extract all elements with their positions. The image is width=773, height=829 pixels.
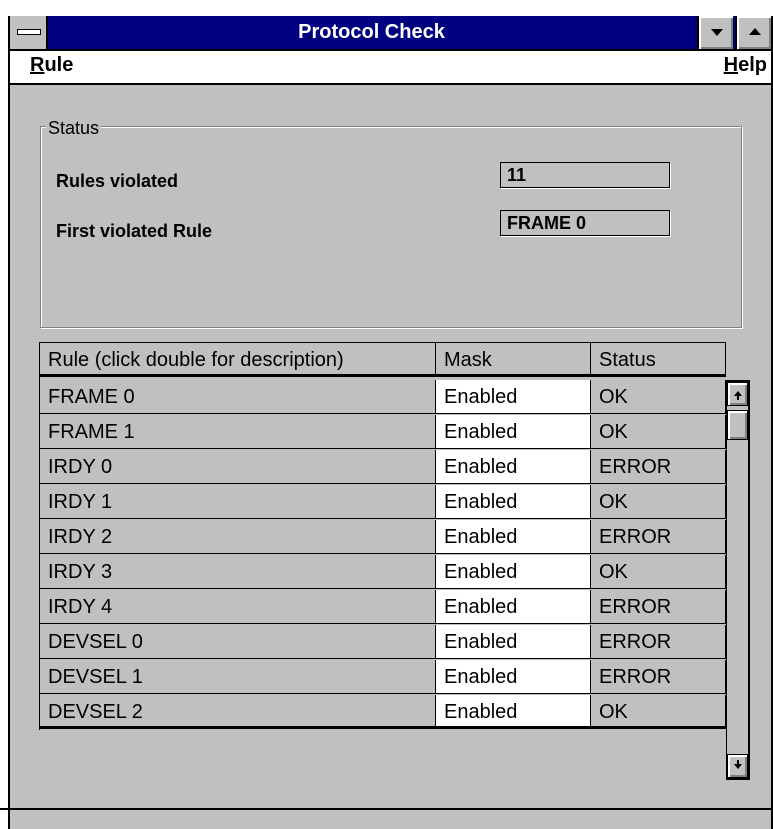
- rule-cell[interactable]: DEVSEL 2: [40, 695, 436, 729]
- status-cell: OK: [591, 380, 726, 414]
- table-row[interactable]: IRDY 0 Enabled ERROR: [40, 450, 726, 485]
- rule-cell[interactable]: IRDY 1: [40, 485, 436, 519]
- scroll-up-button[interactable]: [727, 382, 748, 406]
- status-cell: OK: [591, 555, 726, 589]
- menu-rule-accelerator: R: [30, 54, 45, 76]
- scroll-down-arrow-icon: [734, 764, 742, 769]
- window-title: Protocol Check: [298, 21, 445, 43]
- rule-cell[interactable]: DEVSEL 0: [40, 625, 436, 659]
- menu-help-label: elp: [738, 54, 767, 76]
- column-header-status[interactable]: Status: [591, 343, 726, 377]
- mask-cell[interactable]: Enabled: [436, 590, 591, 624]
- table-row[interactable]: IRDY 1 Enabled OK: [40, 485, 726, 520]
- table-row[interactable]: DEVSEL 1 Enabled ERROR: [40, 660, 726, 695]
- table-vertical-scrollbar[interactable]: [726, 380, 750, 780]
- status-cell: OK: [591, 695, 726, 729]
- rule-cell[interactable]: FRAME 0: [40, 380, 436, 414]
- table-row[interactable]: DEVSEL 2 Enabled OK: [40, 695, 726, 730]
- table-row[interactable]: IRDY 3 Enabled OK: [40, 555, 726, 590]
- rule-cell[interactable]: IRDY 0: [40, 450, 436, 484]
- mask-cell[interactable]: Enabled: [436, 660, 591, 694]
- scrollbar-thumb[interactable]: [727, 410, 748, 440]
- status-cell: OK: [591, 415, 726, 449]
- column-header-rule[interactable]: Rule (click double for description): [40, 343, 436, 377]
- status-cell: ERROR: [591, 520, 726, 554]
- table-row[interactable]: DEVSEL 0 Enabled ERROR: [40, 625, 726, 660]
- mask-cell[interactable]: Enabled: [436, 695, 591, 729]
- mask-cell[interactable]: Enabled: [436, 555, 591, 589]
- status-cell: OK: [591, 485, 726, 519]
- rule-cell[interactable]: DEVSEL 1: [40, 660, 436, 694]
- maximize-arrow-icon: [749, 28, 761, 35]
- menu-rule-label: ule: [44, 54, 74, 76]
- system-menu-icon: [17, 29, 41, 35]
- table-header-row: Rule (click double for description) Mask…: [40, 343, 726, 380]
- mask-cell[interactable]: Enabled: [436, 625, 591, 659]
- first-violated-rule-value: FRAME 0: [500, 210, 670, 236]
- rule-cell[interactable]: IRDY 4: [40, 590, 436, 624]
- rule-cell[interactable]: IRDY 2: [40, 520, 436, 554]
- scroll-down-button[interactable]: [727, 754, 748, 778]
- rules-table: Rule (click double for description) Mask…: [39, 342, 726, 730]
- rules-violated-label: Rules violated: [56, 171, 179, 191]
- mask-cell[interactable]: Enabled: [436, 520, 591, 554]
- title-bar[interactable]: Protocol Check: [10, 16, 771, 51]
- system-menu-button[interactable]: [10, 16, 48, 49]
- window-bottom-border: [0, 808, 773, 810]
- status-cell: ERROR: [591, 660, 726, 694]
- mask-cell[interactable]: Enabled: [436, 485, 591, 519]
- table-row[interactable]: IRDY 2 Enabled ERROR: [40, 520, 726, 555]
- table-row[interactable]: IRDY 4 Enabled ERROR: [40, 590, 726, 625]
- table-row[interactable]: FRAME 1 Enabled OK: [40, 415, 726, 450]
- mask-cell[interactable]: Enabled: [436, 450, 591, 484]
- table-row[interactable]: FRAME 0 Enabled OK: [40, 380, 726, 415]
- menu-bar: Rule Help: [10, 51, 771, 85]
- status-cell: ERROR: [591, 625, 726, 659]
- rule-cell[interactable]: IRDY 3: [40, 555, 436, 589]
- column-header-mask[interactable]: Mask: [436, 343, 591, 377]
- status-cell: ERROR: [591, 590, 726, 624]
- mask-cell[interactable]: Enabled: [436, 380, 591, 414]
- scroll-up-arrow-stem: [737, 396, 739, 400]
- mask-cell[interactable]: Enabled: [436, 415, 591, 449]
- first-violated-rule-label: First violated Rule: [56, 221, 213, 241]
- menu-rule[interactable]: Rule: [30, 54, 73, 77]
- rule-cell[interactable]: FRAME 1: [40, 415, 436, 449]
- rules-violated-value: 11: [500, 162, 670, 188]
- maximize-button[interactable]: [735, 16, 771, 49]
- menu-help[interactable]: Help: [724, 54, 767, 77]
- status-group-label: Status: [46, 118, 102, 138]
- table-body: FRAME 0 Enabled OK FRAME 1 Enabled OK IR…: [40, 380, 726, 730]
- minimize-arrow-icon: [711, 29, 723, 36]
- minimize-button[interactable]: [697, 16, 733, 49]
- protocol-check-window: Protocol Check Rule Help Status Rules vi…: [8, 16, 773, 829]
- menu-help-accelerator: H: [723, 54, 739, 76]
- scrollbar-track[interactable]: [727, 406, 747, 754]
- status-cell: ERROR: [591, 450, 726, 484]
